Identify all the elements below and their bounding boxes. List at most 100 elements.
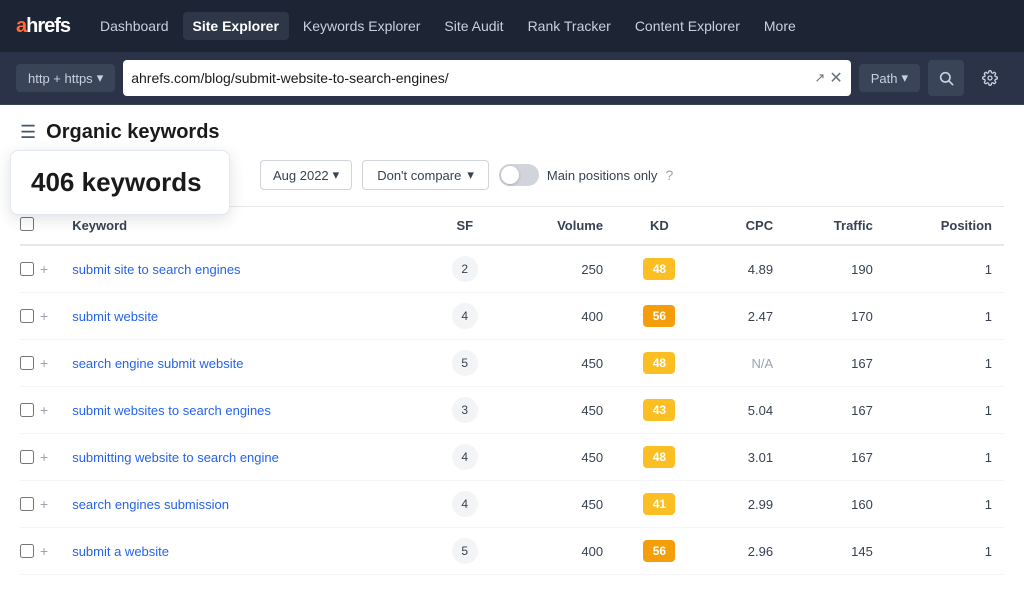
sf-badge: 5 [452, 538, 478, 564]
toggle-label: Main positions only [547, 168, 658, 183]
keyword-cell: search engine submit website [60, 340, 425, 387]
keyword-link[interactable]: search engines submission [72, 497, 229, 512]
date-button[interactable]: Aug 2022 ▾ [260, 160, 352, 190]
kd-cell: 56 [615, 528, 704, 575]
row-add-icon[interactable]: + [40, 402, 48, 418]
settings-button[interactable] [972, 60, 1008, 96]
clear-url-icon[interactable]: ✕ [829, 68, 842, 88]
external-link-icon[interactable]: ↗ [814, 70, 825, 86]
sf-badge: 4 [452, 303, 478, 329]
kd-cell: 48 [615, 340, 704, 387]
kd-cell: 43 [615, 387, 704, 434]
row-add-icon[interactable]: + [40, 543, 48, 559]
nav-site-explorer[interactable]: Site Explorer [183, 12, 289, 40]
kd-cell: 41 [615, 481, 704, 528]
keyword-cell: submitting website to search engine [60, 434, 425, 481]
settings-icon [982, 70, 998, 86]
row-controls: + [20, 308, 48, 324]
table-row: + submit site to search engines 2 250 48… [20, 245, 1004, 293]
row-checkbox[interactable] [20, 262, 34, 276]
chevron-down-icon: ▾ [97, 70, 104, 86]
search-button[interactable] [928, 60, 964, 96]
table-row: + search engines submission 4 450 41 2.9… [20, 481, 1004, 528]
col-position: Position [885, 207, 1004, 245]
row-controls: + [20, 355, 48, 371]
kd-cell: 48 [615, 434, 704, 481]
row-checkbox[interactable] [20, 403, 34, 417]
row-checkbox[interactable] [20, 497, 34, 511]
nav-site-audit[interactable]: Site Audit [434, 12, 513, 40]
nav-more[interactable]: More [754, 12, 806, 40]
row-checkbox[interactable] [20, 450, 34, 464]
table-row: + search engine submit website 5 450 48 … [20, 340, 1004, 387]
keyword-link[interactable]: submitting website to search engine [72, 450, 279, 465]
row-controls: + [20, 449, 48, 465]
select-all-checkbox[interactable] [20, 217, 34, 231]
table-row: + submitting website to search engine 4 … [20, 434, 1004, 481]
row-add-icon[interactable]: + [40, 355, 48, 371]
compare-button[interactable]: Don't compare ▾ [362, 160, 489, 190]
nav-keywords-explorer[interactable]: Keywords Explorer [293, 12, 431, 40]
cpc-cell: 3.01 [704, 434, 785, 481]
kd-cell: 56 [615, 293, 704, 340]
keyword-cell: submit websites to search engines [60, 387, 425, 434]
row-controls: + [20, 402, 48, 418]
keyword-link[interactable]: submit website [72, 309, 158, 324]
volume-cell: 450 [504, 340, 615, 387]
nav-dashboard[interactable]: Dashboard [90, 12, 179, 40]
search-icon [938, 70, 954, 86]
sf-cell: 3 [425, 387, 504, 434]
keywords-table-wrap: Keyword SF Volume KD CPC Traffic Positio… [20, 206, 1004, 575]
nav-rank-tracker[interactable]: Rank Tracker [518, 12, 621, 40]
table-row: + submit websites to search engines 3 45… [20, 387, 1004, 434]
sf-badge: 4 [452, 444, 478, 470]
section-header: ☰ Organic keywords [20, 121, 1004, 144]
main-positions-toggle-wrap: Main positions only ? [499, 164, 673, 186]
sf-cell: 4 [425, 293, 504, 340]
compare-label: Don't compare [377, 168, 461, 183]
kd-badge: 48 [643, 446, 675, 468]
position-cell: 1 [885, 387, 1004, 434]
kd-badge: 56 [643, 540, 675, 562]
cpc-cell: 2.47 [704, 293, 785, 340]
search-bar: http + https ▾ ↗ ✕ Path ▾ [0, 52, 1024, 105]
main-positions-toggle[interactable] [499, 164, 539, 186]
sf-badge: 5 [452, 350, 478, 376]
keywords-count: 406 keywords [31, 167, 209, 198]
sf-cell: 5 [425, 340, 504, 387]
table-row: + submit a website 5 400 56 2.96 145 1 [20, 528, 1004, 575]
sf-badge: 2 [452, 256, 478, 282]
hamburger-icon[interactable]: ☰ [20, 122, 36, 143]
logo[interactable]: ahrefs [16, 15, 70, 38]
row-checkbox[interactable] [20, 356, 34, 370]
url-input[interactable] [131, 70, 810, 86]
col-sf: SF [425, 207, 504, 245]
protocol-button[interactable]: http + https ▾ [16, 64, 115, 92]
traffic-cell: 167 [785, 340, 885, 387]
keyword-link[interactable]: submit websites to search engines [72, 403, 271, 418]
compare-chevron-icon: ▾ [467, 167, 474, 183]
col-cpc: CPC [704, 207, 785, 245]
protocol-label: http + https [28, 71, 93, 86]
cpc-cell: 2.96 [704, 528, 785, 575]
cpc-cell: 4.89 [704, 245, 785, 293]
sf-cell: 2 [425, 245, 504, 293]
controls-row: 406 keywords Aug 2022 ▾ Don't compare ▾ … [20, 160, 1004, 190]
nav-content-explorer[interactable]: Content Explorer [625, 12, 750, 40]
row-add-icon[interactable]: + [40, 449, 48, 465]
row-add-icon[interactable]: + [40, 308, 48, 324]
path-chevron-icon: ▾ [901, 70, 908, 86]
keyword-cell: submit website [60, 293, 425, 340]
keyword-link[interactable]: submit a website [72, 544, 169, 559]
keyword-link[interactable]: submit site to search engines [72, 262, 240, 277]
sf-cell: 4 [425, 481, 504, 528]
traffic-cell: 190 [785, 245, 885, 293]
volume-cell: 450 [504, 481, 615, 528]
path-button[interactable]: Path ▾ [859, 64, 920, 92]
help-icon[interactable]: ? [665, 167, 673, 183]
row-checkbox[interactable] [20, 544, 34, 558]
row-checkbox[interactable] [20, 309, 34, 323]
row-add-icon[interactable]: + [40, 261, 48, 277]
keyword-link[interactable]: search engine submit website [72, 356, 243, 371]
row-add-icon[interactable]: + [40, 496, 48, 512]
